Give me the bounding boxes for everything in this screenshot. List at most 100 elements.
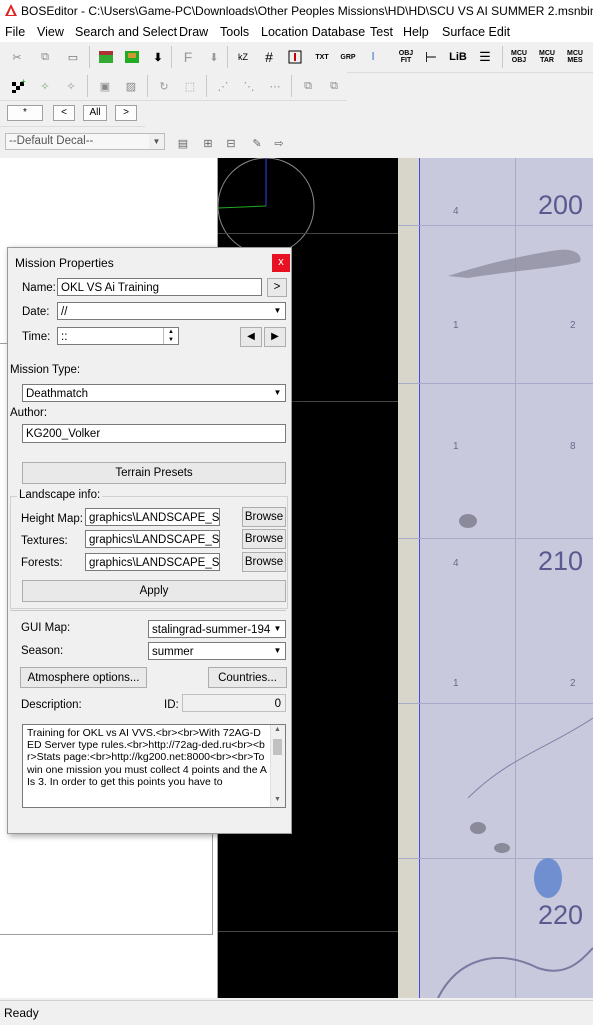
waypoint-icon[interactable]: ⋱ — [238, 75, 260, 97]
decal-remove-icon[interactable]: ⊟ — [220, 132, 242, 154]
height-map-label: Height Map: — [21, 513, 84, 525]
info-icon[interactable] — [284, 46, 306, 68]
textures-input[interactable]: graphics\LANDSCAPE_Stalin — [85, 530, 220, 548]
mcu-mes-button[interactable]: MCU MES — [563, 46, 587, 68]
description-scrollbar[interactable]: ▲ ▼ — [270, 725, 285, 807]
decal-select[interactable]: --Default Decal-- ▼ — [5, 133, 165, 150]
filter-asterisk-button[interactable]: * — [7, 105, 43, 121]
rotate-icon[interactable]: ↻ — [153, 75, 175, 97]
terrain-presets-button[interactable]: Terrain Presets — [22, 462, 286, 484]
close-button[interactable]: x — [272, 254, 290, 272]
time-spinner[interactable]: ▲ ▼ — [163, 328, 178, 344]
time-prev-button[interactable]: ◀ — [240, 327, 262, 347]
waypoint-insert-icon[interactable]: ⋯ — [264, 75, 286, 97]
grid-icon[interactable]: # — [258, 46, 280, 68]
scrollbar-thumb[interactable] — [273, 739, 282, 755]
height-map-browse-button[interactable]: Browse — [242, 507, 286, 527]
season-select[interactable]: summer ▼ — [148, 642, 286, 660]
grid-line — [218, 233, 398, 234]
arrow-right-icon[interactable]: ⇨ — [268, 132, 290, 154]
mission-type-select[interactable]: Deathmatch ▼ — [22, 384, 286, 402]
list-icon[interactable]: ☰ — [474, 46, 496, 68]
group-add-icon[interactable]: ⧉ — [297, 75, 319, 97]
author-input[interactable]: KG200_Volker — [22, 424, 286, 443]
countries-button[interactable]: Countries... — [208, 667, 287, 688]
window-title: BOSEditor - C:\Users\Game-PC\Downloads\O… — [21, 4, 593, 18]
menu-search-and-select[interactable]: Search and Select — [75, 25, 177, 39]
menu-bar: File View Search and Select Draw Tools L… — [0, 22, 593, 42]
close-icon: x — [278, 256, 284, 268]
title-bar: BOSEditor - C:\Users\Game-PC\Downloads\O… — [0, 0, 593, 22]
sort-icon[interactable]: kZ — [232, 46, 254, 68]
cut-icon[interactable]: ✂ — [6, 46, 28, 68]
marker-icon[interactable]: ǀ — [362, 46, 384, 68]
name-expand-button[interactable]: > — [267, 278, 287, 297]
group-remove-icon[interactable]: ⧉ — [323, 75, 345, 97]
map-green-icon[interactable] — [95, 46, 117, 68]
align-icon[interactable]: ⊢ — [420, 46, 442, 68]
toolbar-separator — [206, 75, 207, 97]
image-icon[interactable]: ▣ — [94, 75, 116, 97]
menu-test[interactable]: Test — [370, 25, 393, 39]
checker-add-icon[interactable]: + — [8, 75, 30, 97]
obj-fit-button[interactable]: OBJ FIT — [394, 46, 418, 68]
menu-surface-edit[interactable]: Surface Edit — [442, 25, 510, 39]
textures-browse-button[interactable]: Browse — [242, 529, 286, 549]
forests-input[interactable]: graphics\LANDSCAPE_Stalin — [85, 553, 220, 571]
name-label: Name: — [22, 282, 56, 294]
mission-properties-dialog: Mission Properties x Name: OKL VS Ai Tra… — [7, 247, 292, 834]
menu-draw[interactable]: Draw — [179, 25, 208, 39]
decal-edit-icon[interactable]: ▤ — [172, 132, 194, 154]
menu-file[interactable]: File — [5, 25, 25, 39]
pen-icon[interactable]: ✎ — [246, 132, 268, 154]
scroll-down-icon[interactable]: ▼ — [274, 796, 281, 803]
download-icon[interactable]: ⬇ — [147, 46, 169, 68]
height-map-input[interactable]: graphics\LANDSCAPE_Stalin — [85, 508, 220, 526]
triangle-left-icon: ◀ — [247, 331, 255, 342]
lib-button[interactable]: LiB — [447, 46, 469, 68]
scroll-up-icon[interactable]: ▲ — [274, 726, 281, 733]
name-input[interactable]: OKL VS Ai Training — [57, 278, 262, 296]
grp-button[interactable]: GRP — [336, 46, 360, 68]
wand-add-icon[interactable]: ✧ — [34, 75, 56, 97]
atmosphere-options-button[interactable]: Atmosphere options... — [20, 667, 147, 688]
menu-location-database[interactable]: Location Database — [261, 25, 365, 39]
apply-button[interactable]: Apply — [22, 580, 286, 602]
status-bar: Ready — [0, 1000, 593, 1025]
time-label: Time: — [22, 331, 51, 343]
forests-browse-button[interactable]: Browse — [242, 552, 286, 572]
waypoint-add-icon[interactable]: ⋰ — [212, 75, 234, 97]
dialog-title: Mission Properties — [15, 256, 114, 270]
season-value: summer — [152, 646, 194, 658]
prev-button[interactable]: < — [53, 105, 75, 121]
wand-icon[interactable]: ✧ — [60, 75, 82, 97]
picture-icon[interactable]: ▨ — [120, 75, 142, 97]
mcu-tar-button[interactable]: MCU TAR — [535, 46, 559, 68]
time-next-button[interactable]: ▶ — [264, 327, 286, 347]
time-input[interactable]: :: ▲ ▼ — [57, 327, 179, 345]
decal-add-icon[interactable]: ⊞ — [197, 132, 219, 154]
app-logo-icon — [5, 4, 17, 16]
map-save-icon[interactable] — [121, 46, 143, 68]
next-button[interactable]: > — [115, 105, 137, 121]
menu-tools[interactable]: Tools — [220, 25, 249, 39]
mcu-obj-button[interactable]: MCU OBJ — [507, 46, 531, 68]
toolbar-separator — [291, 75, 292, 97]
decal-select-value: --Default Decal-- — [9, 135, 94, 147]
select-rect-icon[interactable]: ⬚ — [179, 75, 201, 97]
map-view[interactable]: 200 210 220 4 1 2 1 8 4 1 2 — [398, 158, 593, 998]
gui-map-select[interactable]: stalingrad-summer-1942 ▼ — [148, 620, 286, 638]
menu-view[interactable]: View — [37, 25, 64, 39]
font-icon[interactable]: F — [177, 46, 199, 68]
description-textarea[interactable]: Training for OKL vs AI VVS.<br><br>With … — [22, 724, 286, 808]
all-button[interactable]: All — [83, 105, 107, 121]
txt-button[interactable]: TXT — [310, 46, 334, 68]
date-picker[interactable]: // ▼ — [57, 302, 286, 320]
ruler-icon[interactable]: ▭ — [62, 46, 84, 68]
copy-icon[interactable]: ⧉ — [34, 46, 56, 68]
export-icon[interactable]: ⬇ — [203, 46, 225, 68]
chevron-down-icon: ▼ — [270, 621, 285, 637]
id-field: 0 — [182, 694, 286, 712]
toolbar-separator — [502, 46, 503, 68]
menu-help[interactable]: Help — [403, 25, 429, 39]
